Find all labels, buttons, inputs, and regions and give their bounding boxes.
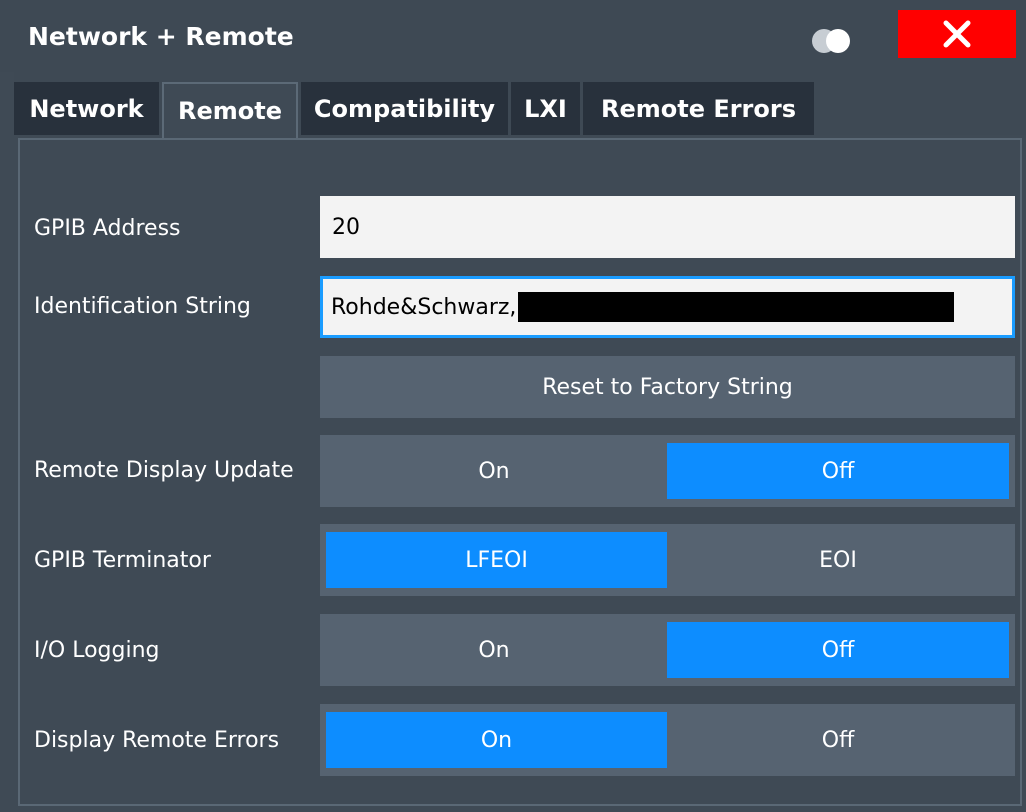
close-icon — [943, 20, 971, 48]
close-button[interactable] — [898, 10, 1016, 58]
io-logging-toggle: On Off — [320, 614, 1015, 686]
tab-bar: Network Remote Compatibility LXI Remote … — [14, 72, 1026, 138]
io-logging-on[interactable]: On — [326, 622, 662, 678]
display-remote-errors-toggle: On Off — [320, 704, 1015, 776]
display-remote-errors-off[interactable]: Off — [667, 712, 1009, 768]
identification-string-field[interactable]: Rohde&Schwarz, — [320, 276, 1015, 338]
gpib-terminator-toggle: LFEOI EOI — [320, 524, 1015, 596]
tab-compatibility[interactable]: Compatibility — [301, 82, 508, 135]
reset-to-factory-string-button[interactable]: Reset to Factory String — [320, 356, 1015, 418]
tab-remote-errors[interactable]: Remote Errors — [583, 82, 814, 135]
dialog-title: Network + Remote — [28, 22, 294, 51]
io-logging-off[interactable]: Off — [667, 622, 1009, 678]
remote-display-update-on[interactable]: On — [326, 443, 662, 499]
network-remote-dialog: Network + Remote Network Remote Compatib… — [0, 0, 1026, 812]
gpib-address-field[interactable]: 20 — [320, 196, 1015, 258]
tab-lxi[interactable]: LXI — [511, 82, 580, 135]
gpib-address-label: GPIB Address — [34, 216, 181, 241]
remote-display-update-label: Remote Display Update — [34, 458, 294, 483]
identification-string-label: Identification String — [34, 294, 251, 319]
gpib-terminator-eoi[interactable]: EOI — [667, 532, 1009, 588]
gpib-terminator-label: GPIB Terminator — [34, 548, 211, 573]
identification-string-value: Rohde&Schwarz, — [331, 294, 517, 320]
title-bar: Network + Remote — [0, 0, 1026, 72]
tab-network[interactable]: Network — [14, 82, 159, 135]
remote-display-update-toggle: On Off — [320, 435, 1015, 507]
display-remote-errors-on[interactable]: On — [326, 712, 667, 768]
remote-display-update-off[interactable]: Off — [667, 443, 1009, 499]
display-remote-errors-label: Display Remote Errors — [34, 728, 280, 753]
tab-remote[interactable]: Remote — [162, 82, 298, 138]
redacted-text — [518, 292, 955, 322]
gpib-terminator-lfeoi[interactable]: LFEOI — [326, 532, 667, 588]
toggle-icon[interactable] — [808, 27, 858, 55]
io-logging-label: I/O Logging — [34, 638, 160, 663]
